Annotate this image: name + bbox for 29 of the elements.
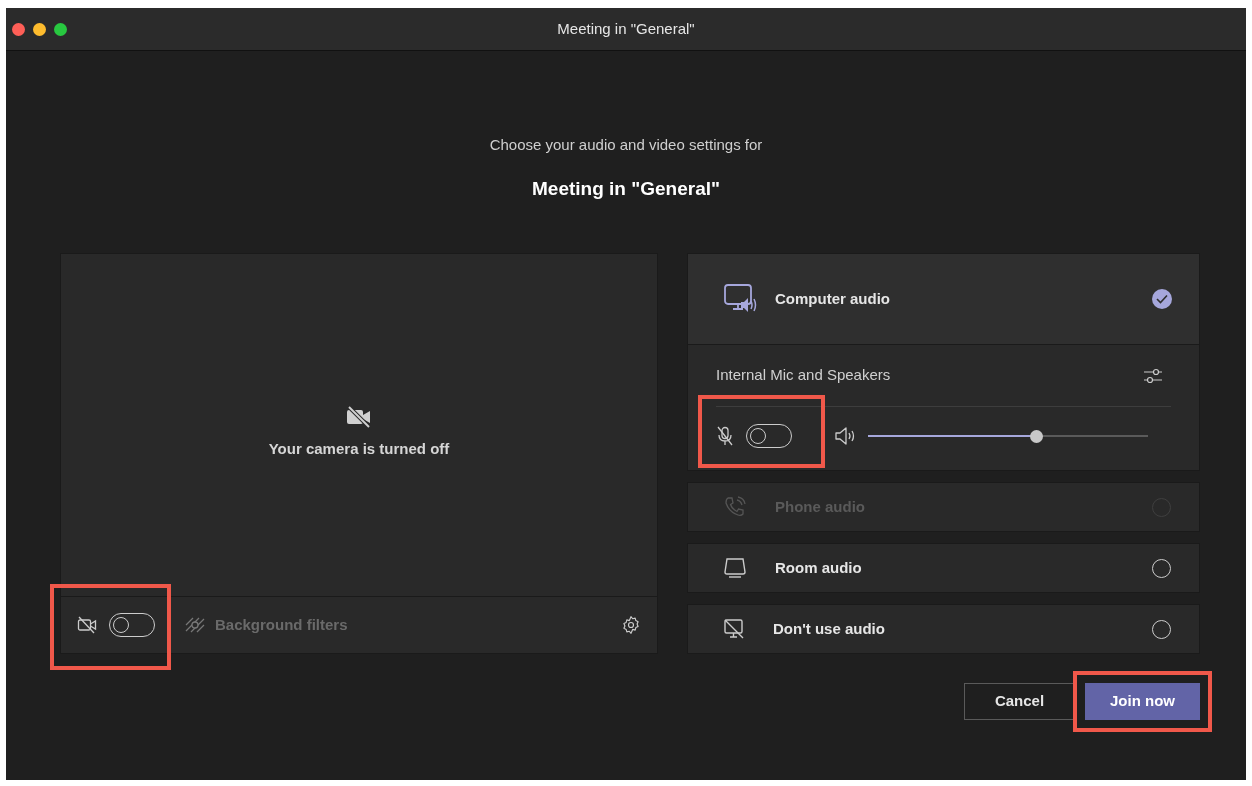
minimize-window-button[interactable] — [33, 22, 46, 36]
settings-icon[interactable] — [621, 615, 641, 635]
audio-option[interactable]: Computer audio — [687, 253, 1200, 345]
close-window-button[interactable] — [12, 22, 25, 36]
option-label: Computer audio — [775, 288, 890, 309]
speaker-icon — [834, 426, 856, 446]
meeting-title: Meeting in "General" — [532, 176, 720, 201]
join-button[interactable]: Join now — [1085, 683, 1200, 720]
device-settings-icon[interactable] — [1143, 366, 1163, 385]
slider-thumb[interactable] — [1030, 429, 1043, 443]
device-name: Internal Mic and Speakers — [716, 365, 891, 386]
camera-off-icon — [346, 405, 372, 428]
room-device-icon — [723, 557, 747, 579]
volume-slider[interactable] — [868, 429, 1148, 443]
cancel-button[interactable]: Cancel — [964, 683, 1075, 720]
checkmark-icon — [1152, 289, 1172, 309]
camera-status-text: Your camera is turned off — [268, 438, 450, 459]
zoom-window-button[interactable] — [54, 22, 67, 36]
option-label: Don't use audio — [773, 618, 885, 639]
subtitle: Choose your audio and video settings for — [489, 135, 763, 155]
background-effects-icon — [185, 617, 205, 633]
audio-option[interactable]: Room audio — [687, 543, 1200, 593]
phone-icon — [723, 495, 747, 519]
window-title: Meeting in "General" — [557, 18, 695, 39]
monitor-off-icon — [723, 618, 745, 640]
audio-option[interactable]: Don't use audio — [687, 604, 1200, 654]
microphone-off-icon — [716, 426, 734, 446]
camera-off-icon — [77, 616, 97, 634]
option-label: Room audio — [775, 557, 862, 578]
